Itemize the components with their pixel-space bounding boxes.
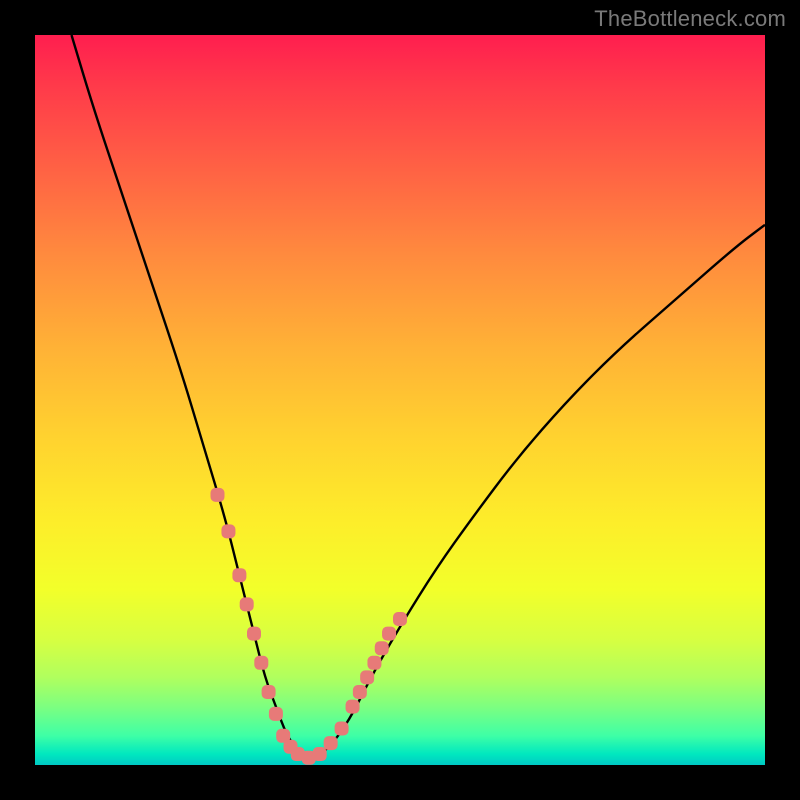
marker-point xyxy=(382,627,396,641)
marker-point xyxy=(324,736,338,750)
marker-point xyxy=(269,707,283,721)
marker-point xyxy=(393,612,407,626)
marker-point xyxy=(211,488,225,502)
curve-svg xyxy=(35,35,765,765)
marker-point xyxy=(247,627,261,641)
chart-frame: TheBottleneck.com xyxy=(0,0,800,800)
marker-point xyxy=(346,700,360,714)
marker-point xyxy=(367,656,381,670)
marker-point xyxy=(232,568,246,582)
bottleneck-curve xyxy=(72,35,766,758)
marker-point xyxy=(221,524,235,538)
plot-area xyxy=(35,35,765,765)
marker-point xyxy=(262,685,276,699)
marker-point xyxy=(313,747,327,761)
marker-point xyxy=(240,597,254,611)
marker-point xyxy=(254,656,268,670)
highlight-markers xyxy=(211,488,408,765)
marker-point xyxy=(335,722,349,736)
watermark-text: TheBottleneck.com xyxy=(594,6,786,32)
marker-point xyxy=(375,641,389,655)
marker-point xyxy=(353,685,367,699)
marker-point xyxy=(360,670,374,684)
